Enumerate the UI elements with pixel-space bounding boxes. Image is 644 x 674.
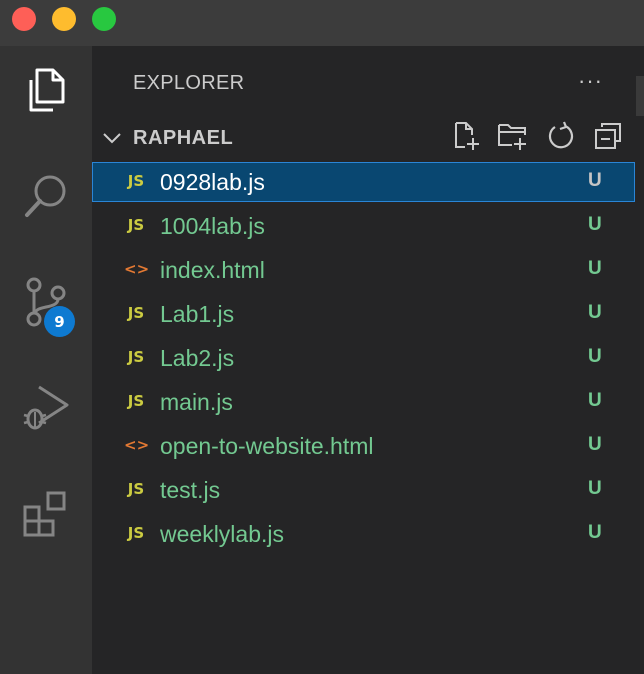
source-control-badge: 9 (44, 306, 75, 337)
scrollbar[interactable] (636, 76, 644, 116)
js-file-icon: JS (127, 524, 145, 542)
file-item[interactable]: JS Lab1.js U (92, 293, 644, 337)
git-status-badge: U (588, 390, 602, 411)
activity-explorer[interactable] (0, 46, 92, 134)
file-item[interactable]: JS main.js U (92, 381, 644, 425)
file-list: JS 0928lab.js U JS 1004lab.js U <> index… (92, 161, 644, 557)
js-file-icon: JS (127, 172, 145, 190)
git-status-badge: U (588, 522, 602, 543)
js-file-icon: JS (127, 304, 145, 322)
chevron-down-icon[interactable] (102, 128, 122, 153)
file-item[interactable]: JS test.js U (92, 469, 644, 513)
folder-section-header[interactable]: RAPHAEL (92, 118, 644, 158)
file-name: 1004lab.js (160, 213, 265, 239)
file-name: test.js (160, 477, 221, 503)
git-status-badge: U (588, 214, 602, 235)
js-file-icon: JS (127, 480, 145, 498)
explorer-sidebar: EXPLORER ··· RAPHAEL JS 0928lab.js U JS … (92, 46, 644, 674)
collapse-all-icon (593, 121, 623, 156)
close-window-button[interactable] (12, 7, 36, 31)
new-file-button[interactable] (450, 121, 482, 156)
activity-source-control[interactable]: 9 (0, 258, 92, 346)
run-debug-icon (21, 383, 71, 433)
search-icon (22, 172, 70, 220)
file-name: 0928lab.js (160, 169, 265, 195)
collapse-all-button[interactable] (592, 122, 624, 154)
sidebar-title: EXPLORER (133, 72, 245, 94)
file-name: main.js (160, 389, 233, 415)
vscode-window: 9 EXPLORER ··· RAPHAEL JS 0928lab.js U J… (0, 0, 644, 674)
activity-bar: 9 (0, 46, 92, 674)
refresh-button[interactable] (545, 121, 577, 156)
js-file-icon: JS (127, 216, 145, 234)
maximize-window-button[interactable] (92, 7, 116, 31)
git-status-badge: U (588, 478, 602, 499)
new-folder-icon (497, 121, 529, 156)
git-status-badge: U (588, 302, 602, 323)
minimize-window-button[interactable] (52, 7, 76, 31)
file-item[interactable]: <> open-to-website.html U (92, 425, 644, 469)
file-name: Lab2.js (160, 345, 235, 371)
files-icon (23, 66, 69, 114)
folder-name: RAPHAEL (133, 127, 234, 149)
js-file-icon: JS (127, 348, 145, 366)
more-actions-button[interactable]: ··· (578, 68, 603, 94)
activity-run-debug[interactable] (0, 364, 92, 452)
file-item[interactable]: JS 0928lab.js U (92, 161, 644, 205)
new-folder-button[interactable] (497, 122, 529, 154)
file-item[interactable]: JS weeklylab.js U (92, 513, 644, 557)
new-file-icon (451, 121, 481, 156)
git-status-badge: U (588, 346, 602, 367)
file-item[interactable]: JS Lab2.js U (92, 337, 644, 381)
activity-search[interactable] (0, 152, 92, 240)
html-file-icon: <> (124, 260, 150, 278)
file-item[interactable]: JS 1004lab.js U (92, 205, 644, 249)
js-file-icon: JS (127, 392, 145, 410)
file-name: open-to-website.html (160, 433, 374, 459)
git-status-badge: U (588, 258, 602, 279)
git-status-badge: U (588, 170, 602, 191)
title-bar (0, 0, 644, 46)
refresh-icon (546, 121, 576, 156)
html-file-icon: <> (124, 436, 150, 454)
file-item[interactable]: <> index.html U (92, 249, 644, 293)
extensions-icon (21, 489, 71, 539)
git-status-badge: U (588, 434, 602, 455)
file-name: index.html (160, 257, 265, 283)
file-name: weeklylab.js (160, 521, 284, 547)
file-name: Lab1.js (160, 301, 235, 327)
activity-extensions[interactable] (0, 470, 92, 558)
